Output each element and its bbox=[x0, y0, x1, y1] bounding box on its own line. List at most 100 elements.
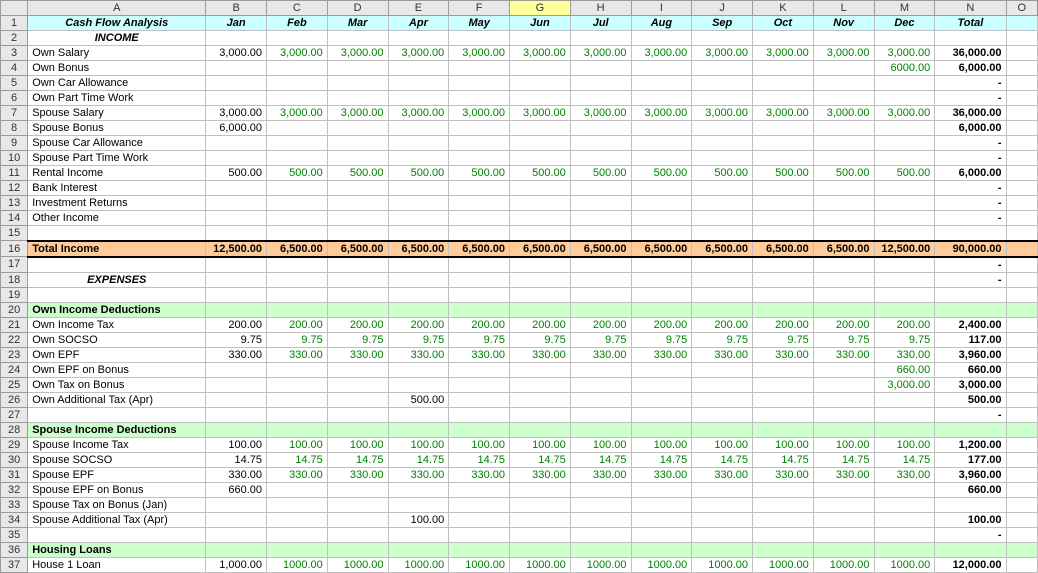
cell[interactable] bbox=[388, 121, 449, 136]
cell[interactable]: 330.00 bbox=[267, 467, 328, 482]
cell[interactable] bbox=[449, 272, 510, 287]
cell[interactable]: 500.00 bbox=[388, 392, 449, 407]
cell[interactable] bbox=[631, 542, 692, 557]
cell[interactable]: 6,500.00 bbox=[327, 241, 388, 257]
col-header-M[interactable]: M bbox=[874, 1, 935, 16]
cell[interactable]: 6,500.00 bbox=[813, 241, 874, 257]
cell[interactable] bbox=[267, 91, 328, 106]
cell[interactable]: 14.75 bbox=[692, 452, 753, 467]
cell[interactable] bbox=[449, 422, 510, 437]
row-label[interactable]: Spouse Salary bbox=[28, 106, 206, 121]
cell[interactable] bbox=[206, 392, 267, 407]
cell[interactable] bbox=[874, 196, 935, 211]
cell[interactable] bbox=[692, 407, 753, 422]
cell[interactable] bbox=[874, 91, 935, 106]
row-label[interactable]: Own Part Time Work bbox=[28, 91, 206, 106]
cell[interactable] bbox=[631, 497, 692, 512]
cell[interactable] bbox=[692, 392, 753, 407]
cell[interactable]: 100.00 bbox=[631, 437, 692, 452]
cell[interactable]: 3,000.00 bbox=[449, 106, 510, 121]
cell[interactable] bbox=[510, 407, 571, 422]
cell[interactable] bbox=[692, 121, 753, 136]
cell[interactable] bbox=[267, 407, 328, 422]
cell[interactable] bbox=[327, 302, 388, 317]
row-header-30[interactable]: 30 bbox=[1, 452, 28, 467]
cell[interactable]: 330.00 bbox=[449, 467, 510, 482]
cell[interactable] bbox=[449, 407, 510, 422]
cell[interactable] bbox=[631, 527, 692, 542]
cell[interactable] bbox=[267, 377, 328, 392]
cell[interactable]: 6,500.00 bbox=[631, 241, 692, 257]
cell[interactable]: 200.00 bbox=[813, 317, 874, 332]
cell[interactable] bbox=[510, 91, 571, 106]
row-label[interactable]: Spouse Income Tax bbox=[28, 437, 206, 452]
data-row[interactable]: 13Investment Returns- bbox=[1, 196, 1038, 211]
cell[interactable] bbox=[813, 287, 874, 302]
cell[interactable]: 100.00 bbox=[692, 437, 753, 452]
row-label[interactable]: Other Income bbox=[28, 211, 206, 226]
cell[interactable] bbox=[874, 482, 935, 497]
col-header-G[interactable]: G bbox=[510, 1, 571, 16]
cell[interactable] bbox=[570, 181, 631, 196]
cell[interactable] bbox=[510, 136, 571, 151]
cell[interactable]: 330.00 bbox=[874, 467, 935, 482]
cell[interactable]: 330.00 bbox=[692, 467, 753, 482]
cell[interactable] bbox=[449, 76, 510, 91]
cell[interactable] bbox=[570, 272, 631, 287]
cell[interactable]: 3,000.00 bbox=[753, 106, 814, 121]
cell[interactable]: 14.75 bbox=[510, 452, 571, 467]
cell[interactable] bbox=[327, 482, 388, 497]
cell[interactable] bbox=[570, 91, 631, 106]
cell[interactable] bbox=[267, 512, 328, 527]
cell[interactable] bbox=[206, 31, 267, 46]
cell[interactable] bbox=[813, 362, 874, 377]
col-header-H[interactable]: H bbox=[570, 1, 631, 16]
cell[interactable]: 100.00 bbox=[388, 437, 449, 452]
cell[interactable] bbox=[813, 76, 874, 91]
cell[interactable] bbox=[327, 407, 388, 422]
cell[interactable] bbox=[388, 61, 449, 76]
cell[interactable] bbox=[206, 196, 267, 211]
cell[interactable] bbox=[388, 151, 449, 166]
cell[interactable]: 100.00 bbox=[510, 437, 571, 452]
row-header-36[interactable]: 36 bbox=[1, 542, 28, 557]
data-row[interactable]: 23Own EPF330.00330.00330.00330.00330.003… bbox=[1, 347, 1038, 362]
cell[interactable]: 6,500.00 bbox=[692, 241, 753, 257]
cell[interactable] bbox=[874, 392, 935, 407]
cell[interactable]: 200.00 bbox=[631, 317, 692, 332]
cell[interactable] bbox=[327, 287, 388, 302]
cell[interactable] bbox=[753, 226, 814, 241]
cell[interactable] bbox=[327, 362, 388, 377]
cell[interactable] bbox=[449, 196, 510, 211]
cell[interactable]: 6000.00 bbox=[874, 61, 935, 76]
data-row[interactable]: 17- bbox=[1, 257, 1038, 273]
cell[interactable] bbox=[570, 512, 631, 527]
row-label[interactable]: Own Income Tax bbox=[28, 317, 206, 332]
cell[interactable] bbox=[206, 527, 267, 542]
cell[interactable] bbox=[206, 542, 267, 557]
cell[interactable]: 330.00 bbox=[206, 347, 267, 362]
cell[interactable]: 500.00 bbox=[267, 166, 328, 181]
cell[interactable]: 3,000.00 bbox=[206, 106, 267, 121]
cell[interactable] bbox=[813, 272, 874, 287]
cell[interactable] bbox=[388, 211, 449, 226]
cell[interactable] bbox=[753, 302, 814, 317]
cell[interactable] bbox=[510, 422, 571, 437]
cell[interactable] bbox=[449, 377, 510, 392]
cell[interactable] bbox=[874, 226, 935, 241]
cell[interactable] bbox=[631, 422, 692, 437]
cell[interactable]: 3,000.00 bbox=[388, 106, 449, 121]
cell[interactable]: 6,000.00 bbox=[206, 121, 267, 136]
col-header-O[interactable]: O bbox=[1006, 1, 1038, 16]
cell[interactable] bbox=[388, 377, 449, 392]
cell[interactable] bbox=[813, 91, 874, 106]
cell[interactable]: 1000.00 bbox=[570, 557, 631, 572]
cell[interactable] bbox=[692, 302, 753, 317]
cell[interactable] bbox=[327, 512, 388, 527]
data-row[interactable]: 9Spouse Car Allowance- bbox=[1, 136, 1038, 151]
cell[interactable] bbox=[631, 61, 692, 76]
row-header-17[interactable]: 17 bbox=[1, 257, 28, 273]
cell[interactable]: 1000.00 bbox=[510, 557, 571, 572]
cell[interactable] bbox=[388, 76, 449, 91]
row-header-26[interactable]: 26 bbox=[1, 392, 28, 407]
